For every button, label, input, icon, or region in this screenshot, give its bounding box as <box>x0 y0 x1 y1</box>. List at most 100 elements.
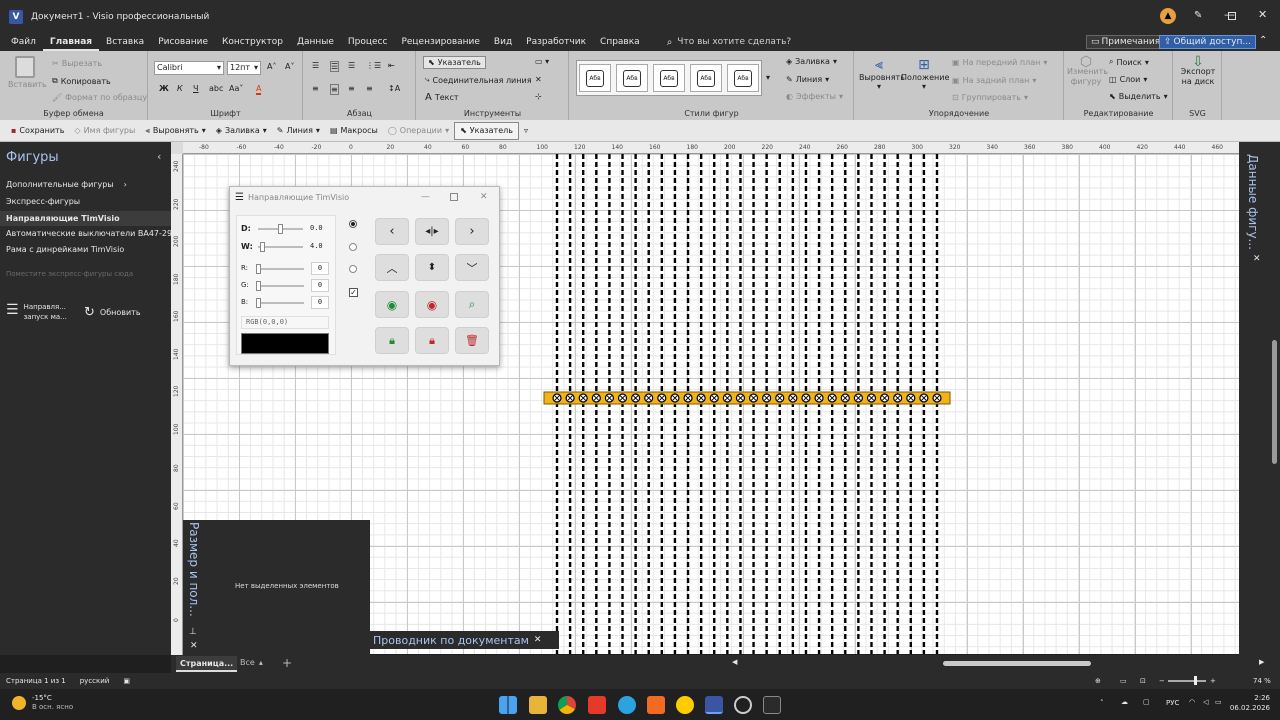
radio-option-3[interactable] <box>349 265 357 273</box>
justify-button[interactable]: ≡ <box>366 84 373 93</box>
tray-cloud-icon[interactable]: ☁ <box>1121 698 1128 706</box>
case-button[interactable]: Аа˅ <box>229 84 243 93</box>
collapse-ribbon-icon[interactable]: ⌃ <box>1259 35 1267 46</box>
align-left-button[interactable]: ≡ <box>312 84 319 93</box>
grow-font-button[interactable]: A˄ <box>267 62 276 71</box>
tab-review[interactable]: Рецензирование <box>394 33 486 51</box>
close-shape-icon[interactable]: ✕ <box>535 75 542 84</box>
move-left-button[interactable]: ‹ <box>375 218 409 245</box>
lock-guides-button[interactable]: 🔒︎ <box>375 327 409 354</box>
collapse-pane-icon[interactable]: ‹ <box>157 150 161 163</box>
align-shapes-button[interactable]: ⫷ Выровнять ▾ <box>859 57 905 91</box>
macro-record-icon[interactable]: ▣ <box>123 677 130 685</box>
checkbox-option[interactable]: ✓ <box>349 288 358 297</box>
line-button[interactable]: ✎ Линия ▾ <box>786 75 829 84</box>
add-page-icon[interactable]: + <box>282 656 292 670</box>
pan-zoom-icon[interactable]: ▭ <box>1120 677 1127 685</box>
clock-app-icon[interactable] <box>734 696 752 714</box>
qat-fill-button[interactable]: ◈ Заливка ▾ <box>211 122 272 140</box>
center-vertical-button[interactable]: ◂|▸ <box>415 218 449 245</box>
style-swatch-3[interactable]: Абв <box>653 64 685 92</box>
shrink-font-button[interactable]: A˅ <box>285 62 294 71</box>
breakers-item[interactable]: Автоматические выключатели ВА47-29 IEK <box>6 229 187 238</box>
keyboard-lang[interactable]: РУС <box>1166 699 1179 707</box>
h-scrollbar-thumb[interactable] <box>943 661 1091 666</box>
font-color-button[interactable]: A <box>256 84 262 95</box>
comments-button[interactable]: ▭ Примечания <box>1086 35 1166 49</box>
document-explorer-tab[interactable]: Проводник по документам ✕ <box>370 631 559 649</box>
zoom-in-button[interactable]: + <box>1210 677 1216 685</box>
search-input[interactable]: Что вы хотите сделать? <box>677 37 791 47</box>
send-back-button[interactable]: ▣ На задний план ▾ <box>952 76 1036 85</box>
battery-icon[interactable]: ▭ <box>1215 698 1222 706</box>
font-name-select[interactable]: Calibri ▾ <box>154 61 224 75</box>
customize-qat-button[interactable]: ▿ <box>519 122 533 140</box>
close-explorer-icon[interactable]: ✕ <box>534 635 542 645</box>
change-shape-button[interactable]: ⬡ Изменить фигуру <box>1067 55 1108 87</box>
rectangle-tool-button[interactable]: ▭ ▾ <box>535 57 549 66</box>
dialog-close-button[interactable]: ✕ <box>480 192 488 202</box>
text-tool-button[interactable]: A Текст <box>425 92 459 103</box>
style-swatch-1[interactable]: Абв <box>579 64 611 92</box>
yandex-icon[interactable] <box>588 696 606 714</box>
wifi-icon[interactable]: ◠ <box>1189 698 1195 706</box>
g-value-input[interactable]: 0 <box>311 279 329 292</box>
start-icon[interactable] <box>499 696 517 714</box>
pin-icon[interactable]: ⊥ <box>189 627 197 637</box>
qat-line-button[interactable]: ✎ Линия ▾ <box>272 122 325 140</box>
guides-app-icon[interactable] <box>763 696 781 714</box>
connector-tool-button[interactable]: ⤷ Соединительная линия <box>425 75 532 85</box>
move-right-button[interactable]: › <box>455 218 489 245</box>
find-button[interactable]: ⌕ Поиск ▾ <box>1109 57 1149 67</box>
cut-button[interactable]: ✂ Вырезать <box>52 59 102 68</box>
style-swatch-2[interactable]: Абв <box>616 64 648 92</box>
italic-button[interactable]: К <box>177 84 183 93</box>
color-swatch[interactable] <box>241 333 329 354</box>
scrollbar-thumb[interactable] <box>1272 340 1277 464</box>
zoom-level[interactable]: 74 % <box>1253 677 1271 685</box>
tab-developer[interactable]: Разработчик <box>519 33 593 51</box>
tab-design[interactable]: Конструктор <box>215 33 290 51</box>
w-slider-thumb[interactable] <box>260 242 265 252</box>
layers-button[interactable]: ◫ Слои ▾ <box>1109 75 1147 84</box>
macros-button[interactable]: ▤ Макросы <box>325 122 383 140</box>
tab-data[interactable]: Данные <box>290 33 341 51</box>
center-horizontal-button[interactable]: ⬍ <box>415 254 449 281</box>
connection-point-icon[interactable]: ⊹ <box>535 92 542 101</box>
align-top-button[interactable]: ☰ <box>312 61 319 70</box>
visio-taskbar-icon[interactable] <box>705 696 723 714</box>
g-slider[interactable] <box>256 281 304 291</box>
gallery-more-button[interactable]: ▾ <box>766 73 770 82</box>
move-up-button[interactable]: ︿ <box>375 254 409 281</box>
vertical-scrollbar[interactable] <box>1269 142 1280 655</box>
fill-button[interactable]: ◈ Заливка ▾ <box>786 57 837 66</box>
tab-home[interactable]: Главная <box>42 33 100 51</box>
tab-draw[interactable]: Рисование <box>151 33 215 51</box>
align-center-button[interactable]: ≡ <box>330 84 339 95</box>
fit-page-icon[interactable]: ⊕ <box>1095 677 1101 685</box>
qat-pointer-button[interactable]: ⬉ Указатель <box>454 121 519 140</box>
group-button[interactable]: ⊡ Группировать ▾ <box>952 93 1028 102</box>
telegram-icon[interactable] <box>618 696 636 714</box>
app-orange-icon[interactable] <box>647 696 665 714</box>
indent-button[interactable]: ⇤ <box>388 61 395 70</box>
pointer-tool-button[interactable]: ⬉ Указатель <box>423 56 486 69</box>
weather-widget[interactable]: -15°C В осн. ясно <box>12 694 73 712</box>
delete-guides-button[interactable]: 🗑︎ <box>455 327 489 354</box>
r-slider-thumb[interactable] <box>256 264 261 274</box>
strikethrough-button[interactable]: abc <box>209 84 223 93</box>
select-button[interactable]: ⬉ Выделить ▾ <box>1109 92 1168 101</box>
chrome-icon[interactable] <box>558 696 576 714</box>
unlock-guides-button[interactable]: 🔒︎ <box>415 327 449 354</box>
r-value-input[interactable]: 0 <box>311 262 329 275</box>
bring-front-button[interactable]: ▣ На передний план ▾ <box>952 58 1047 67</box>
clock[interactable]: 2:26 06.02.2026 <box>1228 693 1270 713</box>
presentation-mode-icon[interactable]: ⊡ <box>1140 677 1146 685</box>
shape-name-button[interactable]: ◇ Имя фигуры <box>69 122 140 140</box>
close-panel-icon[interactable]: ✕ <box>1253 254 1261 264</box>
w-slider[interactable] <box>258 242 303 252</box>
hide-guides-button[interactable]: ◉ <box>415 291 449 318</box>
d-slider-thumb[interactable] <box>278 224 283 234</box>
tab-view[interactable]: Вид <box>487 33 519 51</box>
dialog-maximize-button[interactable] <box>450 193 458 201</box>
